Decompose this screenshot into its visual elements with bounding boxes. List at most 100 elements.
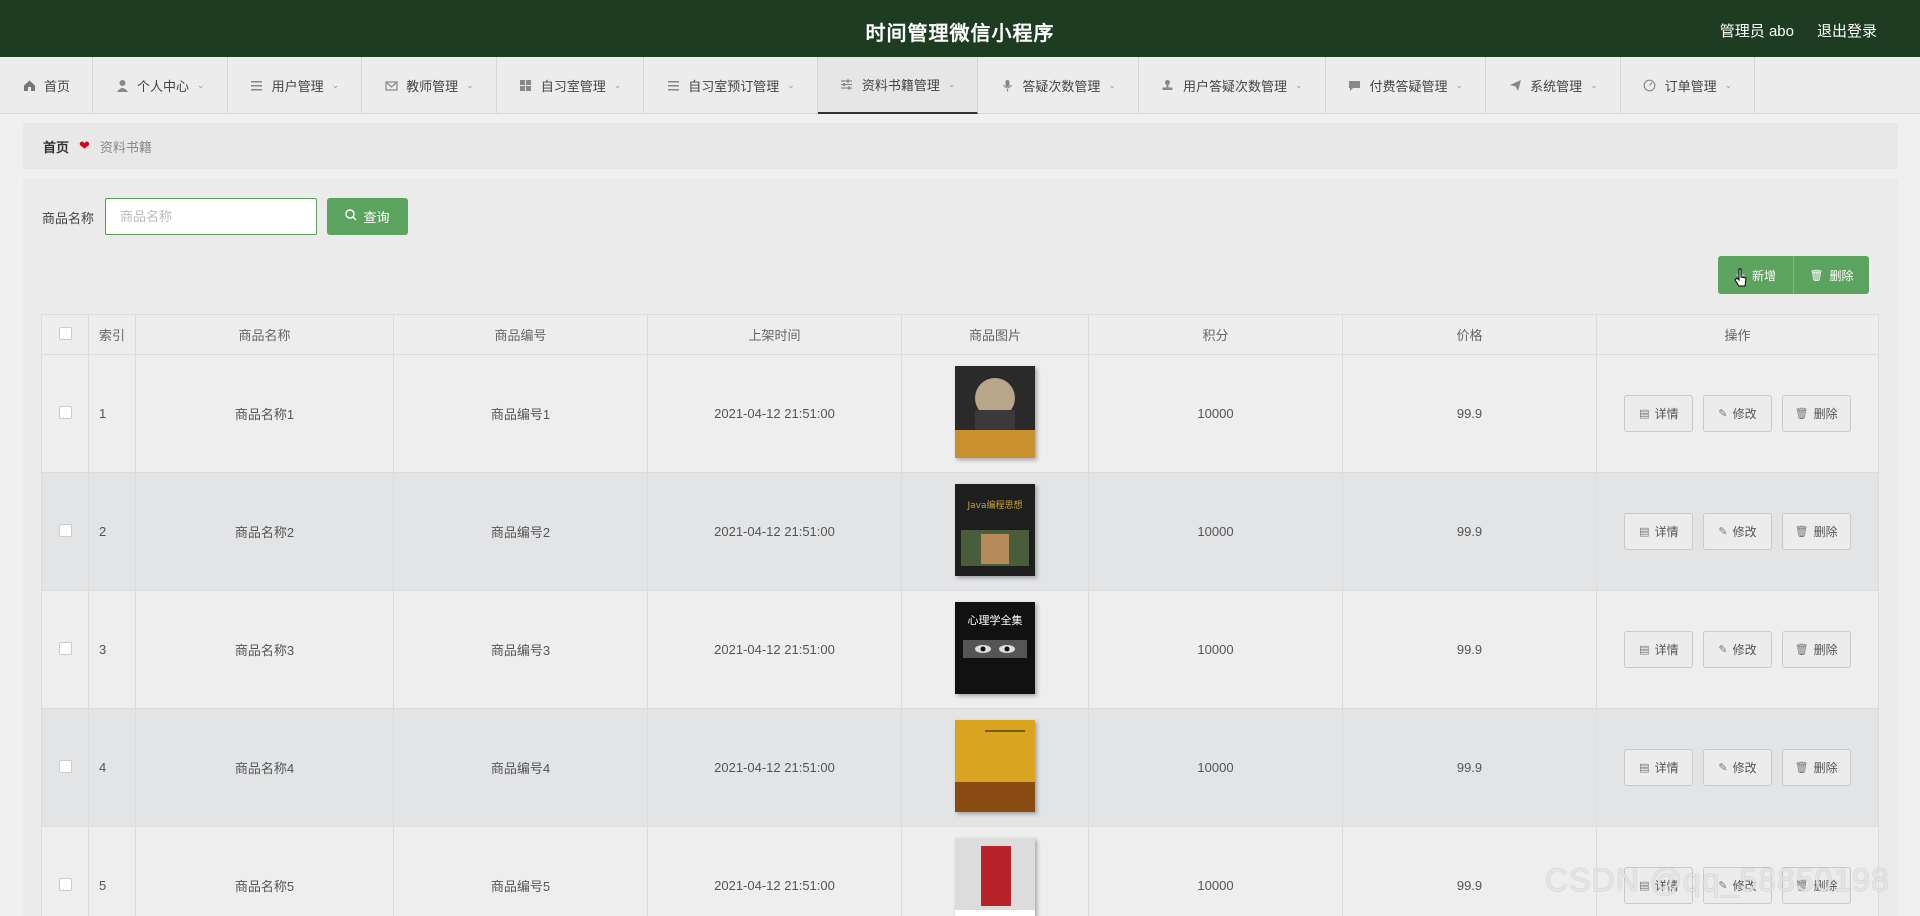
logout-link[interactable]: 退出登录 <box>1817 20 1877 41</box>
listing-time: 2021-04-12 21:51:00 <box>647 826 902 916</box>
row-checkbox[interactable] <box>58 759 72 773</box>
nav-item[interactable]: 答疑次数管理 ⌄ <box>978 57 1139 114</box>
select-all-cell[interactable] <box>41 314 89 355</box>
mouse-cursor-icon <box>1734 268 1747 287</box>
product-image[interactable] <box>955 838 1035 916</box>
row-index: 3 <box>88 590 136 709</box>
product-points: 10000 <box>1088 590 1343 709</box>
column-header: 上架时间 <box>647 314 902 355</box>
edit-button[interactable]: ✎ 修改 <box>1703 395 1772 432</box>
edit-button[interactable]: ✎ 修改 <box>1703 749 1772 786</box>
row-actions: ▤ 详情 ✎ 修改 🗑 删除 <box>1596 472 1879 591</box>
nav-item-label: 自习室预订管理 <box>688 79 780 94</box>
detail-button[interactable]: ▤ 详情 <box>1624 513 1694 550</box>
chevron-down-icon: ⌄ <box>331 80 340 90</box>
nav-item[interactable]: 付费答疑管理 ⌄ <box>1326 57 1487 114</box>
row-select-cell[interactable] <box>41 472 89 591</box>
nav-item[interactable]: 订单管理 ⌄ <box>1621 57 1756 114</box>
detail-label: 详情 <box>1654 761 1679 775</box>
detail-button[interactable]: ▤ 详情 <box>1624 395 1694 432</box>
product-name: 商品名称2 <box>135 472 394 591</box>
product-name: 商品名称5 <box>135 826 394 916</box>
product-image[interactable]: 心理学全集 <box>955 602 1035 694</box>
edit-label: 修改 <box>1732 643 1757 657</box>
edit-label: 修改 <box>1732 407 1757 421</box>
edit-label: 修改 <box>1732 525 1757 539</box>
nav-item[interactable]: 首页 <box>0 57 94 114</box>
product-code: 商品编号3 <box>393 590 648 709</box>
mail-icon <box>384 79 398 93</box>
current-user: 管理员 abo <box>1719 23 1794 40</box>
product-image[interactable]: Java编程思想 <box>955 484 1035 576</box>
select-all-checkbox[interactable] <box>58 326 72 340</box>
detail-label: 详情 <box>1654 525 1679 539</box>
chevron-down-icon: ⌄ <box>1724 80 1733 90</box>
edit-button[interactable]: ✎ 修改 <box>1703 631 1772 668</box>
row-checkbox[interactable] <box>58 405 72 419</box>
watermark: CSDN @qq_58850198 <box>1545 862 1890 898</box>
nav-item[interactable]: 教师管理 ⌄ <box>362 57 497 114</box>
breadcrumb-home[interactable]: 首页 <box>43 137 69 156</box>
pencil-icon: ✎ <box>1718 644 1728 656</box>
row-select-cell[interactable] <box>41 708 89 827</box>
nav-item[interactable]: 用户管理 ⌄ <box>228 57 363 114</box>
column-header: 操作 <box>1596 314 1879 355</box>
detail-label: 详情 <box>1654 407 1679 421</box>
query-button[interactable]: 查询 <box>327 198 408 235</box>
person-icon <box>115 79 129 93</box>
delete-label: 删除 <box>1813 525 1838 539</box>
product-image[interactable] <box>955 720 1035 812</box>
top-nav: 首页 个人中心 ⌄ 用户管理 ⌄ 教师管理 ⌄ 自习室管理 ⌄ 自习室预订管理 ⌄ 资料书籍管理 ⌄ 答疑… <box>0 57 1920 114</box>
row-checkbox[interactable] <box>58 641 72 655</box>
column-header: 商品名称 <box>135 314 394 355</box>
product-image[interactable] <box>955 366 1035 458</box>
nav-item[interactable]: 资料书籍管理 ⌄ <box>817 57 979 114</box>
delete-button[interactable]: 🗑 删除 <box>1781 631 1851 668</box>
chevron-down-icon: ⌄ <box>1108 80 1116 90</box>
detail-button[interactable]: ▤ 详情 <box>1624 631 1694 668</box>
nav-item-label: 付费答疑管理 <box>1369 79 1448 94</box>
delete-button[interactable]: 🗑 删除 <box>1781 749 1851 786</box>
nav-item[interactable]: 自习室管理 ⌄ <box>497 57 645 114</box>
pencil-icon: ✎ <box>1718 526 1728 538</box>
product-points: 10000 <box>1088 708 1343 827</box>
nav-item[interactable]: 自习室预订管理 ⌄ <box>644 57 818 114</box>
trash-icon: 🗑 <box>1809 269 1824 282</box>
row-select-cell[interactable] <box>41 590 89 709</box>
product-price: 99.9 <box>1342 590 1597 709</box>
product-price: 99.9 <box>1342 472 1597 591</box>
detail-label: 详情 <box>1654 643 1679 657</box>
add-button[interactable]: ＋ 新增 <box>1718 256 1793 294</box>
nav-item-label: 用户答疑次数管理 <box>1182 79 1287 94</box>
gauge-icon <box>1643 79 1657 93</box>
row-select-cell[interactable] <box>41 354 89 473</box>
row-select-cell[interactable] <box>41 826 89 916</box>
nav-item[interactable]: 系统管理 ⌄ <box>1486 57 1621 114</box>
delete-label: 删除 <box>1813 761 1838 775</box>
product-points: 10000 <box>1088 354 1343 473</box>
batch-delete-label: 删除 <box>1829 268 1854 283</box>
row-actions: ▤ 详情 ✎ 修改 🗑 删除 <box>1596 590 1879 709</box>
search-input[interactable] <box>105 198 317 235</box>
row-checkbox[interactable] <box>58 523 72 537</box>
delete-button[interactable]: 🗑 删除 <box>1781 513 1851 550</box>
chevron-down-icon: ⌄ <box>466 80 474 90</box>
row-checkbox[interactable] <box>58 877 72 891</box>
row-index: 2 <box>88 472 136 591</box>
edit-label: 修改 <box>1732 761 1757 775</box>
nav-item-label: 用户管理 <box>271 79 324 94</box>
delete-button[interactable]: 🗑 删除 <box>1781 395 1851 432</box>
nav-item[interactable]: 个人中心 ⌄ <box>93 57 228 114</box>
detail-button[interactable]: ▤ 详情 <box>1624 749 1694 786</box>
send-icon <box>1508 79 1522 93</box>
batch-delete-button[interactable]: 🗑 删除 <box>1793 256 1869 294</box>
chevron-down-icon: ⌄ <box>1455 80 1464 90</box>
product-price: 99.9 <box>1342 354 1597 473</box>
product-price: 99.9 <box>1342 708 1597 827</box>
document-icon: ▤ <box>1639 762 1650 774</box>
chevron-down-icon: ⌄ <box>1294 80 1303 90</box>
nav-item[interactable]: 用户答疑次数管理 ⌄ <box>1139 57 1326 114</box>
edit-button[interactable]: ✎ 修改 <box>1703 513 1772 550</box>
nav-item-label: 个人中心 <box>137 79 190 94</box>
pencil-icon: ✎ <box>1718 762 1728 774</box>
